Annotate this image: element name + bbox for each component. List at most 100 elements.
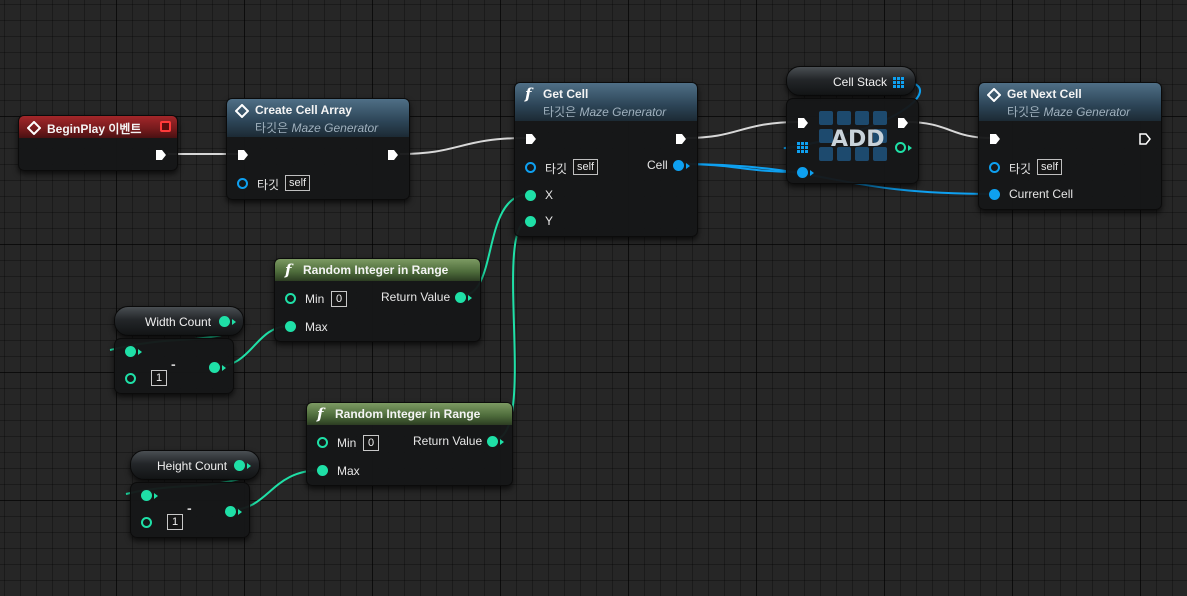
function-icon: f [317,405,324,423]
variable-output-pin[interactable] [219,316,230,327]
exec-out-pin[interactable] [897,117,909,129]
min-label: Min [305,292,325,306]
subtract-node-2[interactable]: 1 - [130,482,250,538]
node-subtitle: 타깃은 Maze Generator [543,103,689,120]
target-array-pin-icon[interactable] [797,142,808,153]
subtitle-prefix: 타깃은 [543,105,577,119]
get-next-cell-node[interactable]: Get Next Cell 타깃은 Maze Generator 타깃 self… [978,82,1162,210]
a-input-pin[interactable] [141,490,152,501]
exec-out-pin[interactable] [675,133,687,145]
result-output-pin[interactable] [209,362,220,373]
subtitle-target: Maze Generator [291,121,379,135]
exec-out-pin[interactable] [387,149,399,161]
max-input-pin[interactable] [285,321,296,332]
max-label: Max [305,320,328,334]
max-input-pin[interactable] [317,465,328,476]
subtitle-prefix: 타깃은 [1007,105,1041,119]
y-input-pin[interactable] [525,216,536,227]
index-output-pin[interactable] [895,142,906,153]
grid-cell [837,111,851,125]
get-cell-node[interactable]: f Get Cell 타깃은 Maze Generator 타깃 self Ce… [514,82,698,237]
result-output-pin[interactable] [225,506,236,517]
target-label: 타깃 [257,178,280,192]
current-cell-pin[interactable] [989,189,1000,200]
exec-in-pin[interactable] [797,117,809,129]
return-value-pin[interactable] [455,292,466,303]
variable-label: Width Count [145,315,212,329]
random-integer-in-range-node-1[interactable]: f Random Integer in Range Min 0 Return V… [274,258,481,342]
b-value-field[interactable]: 1 [151,370,167,386]
min-value-field[interactable]: 0 [331,291,347,307]
x-input-pin[interactable] [525,190,536,201]
node-header: Create Cell Array 타깃은 Maze Generator [227,99,409,137]
create-cell-array-node[interactable]: Create Cell Array 타깃은 Maze Generator 타깃 … [226,98,410,200]
node-header: BeginPlay 이벤트 [19,116,177,138]
new-item-pin[interactable] [797,167,808,178]
target-value-field[interactable]: self [573,159,599,175]
min-input-pin[interactable] [317,437,328,448]
cell-stack-variable-node[interactable]: Cell Stack [786,66,916,96]
add-label: ADD [831,127,885,152]
subtitle-target: Maze Generator [1043,105,1131,119]
a-input-pin[interactable] [125,346,136,357]
return-value-label: Return Value [381,290,451,304]
function-icon: f [285,261,292,279]
variable-output-pin[interactable] [234,460,245,471]
subtract-symbol: - [187,500,192,516]
node-header: f Get Cell 타깃은 Maze Generator [515,83,697,121]
new-item-arrow-icon [810,170,814,176]
b-input-pin[interactable] [141,517,152,528]
exec-in-pin[interactable] [525,133,537,145]
grid-cell [873,111,887,125]
array-add-node[interactable]: ADD [786,98,919,184]
array-output-pin-icon[interactable] [893,77,904,88]
width-count-variable-node[interactable]: Width Count [114,306,244,336]
return-arrow-icon [468,295,472,301]
return-value-pin[interactable] [487,436,498,447]
delegate-pin-icon[interactable] [160,121,171,132]
max-label: Max [337,464,360,478]
node-title: Random Integer in Range [335,407,481,421]
min-label: Min [337,436,357,450]
node-title: Create Cell Array [255,103,352,117]
variable-arrow-icon [247,463,251,469]
variable-label: Height Count [157,459,228,473]
node-subtitle: 타깃은 Maze Generator [1007,103,1153,120]
node-title: BeginPlay 이벤트 [47,122,142,136]
target-pin[interactable] [525,162,536,173]
target-pin[interactable] [237,178,248,189]
target-value-field[interactable]: self [1037,159,1063,175]
return-arrow-icon [500,439,504,445]
node-subtitle: 타깃은 Maze Generator [255,119,401,136]
variable-label: Cell Stack [833,75,888,89]
target-value-field[interactable]: self [285,175,311,191]
function-diamond-icon [987,88,1001,102]
target-label: 타깃 [545,162,568,176]
variable-arrow-icon [232,319,236,325]
cell-output-pin[interactable] [673,160,684,171]
y-label: Y [545,214,554,228]
beginplay-event-node[interactable]: BeginPlay 이벤트 [18,115,178,171]
min-value-field[interactable]: 0 [363,435,379,451]
exec-in-pin[interactable] [237,149,249,161]
target-pin[interactable] [989,162,1000,173]
node-header: f Random Integer in Range [307,403,512,425]
exec-out-pin[interactable] [1139,133,1151,145]
height-count-variable-node[interactable]: Height Count [130,450,260,480]
exec-wire-getcell-add [685,121,801,139]
cell-label: Cell [647,158,668,172]
node-title: Random Integer in Range [303,263,449,277]
random-integer-in-range-node-2[interactable]: f Random Integer in Range Min 0 Return V… [306,402,513,486]
result-arrow-icon [222,365,226,371]
b-value-field[interactable]: 1 [167,514,183,530]
b-input-pin[interactable] [125,373,136,384]
return-value-label: Return Value [413,434,483,448]
a-input-arrow-icon [138,349,142,355]
current-cell-label: Current Cell [1009,187,1074,201]
function-diamond-icon [235,104,249,118]
node-header: f Random Integer in Range [275,259,480,281]
min-input-pin[interactable] [285,293,296,304]
exec-in-pin[interactable] [989,133,1001,145]
exec-out-pin[interactable] [155,149,167,161]
subtract-node-1[interactable]: 1 - [114,338,234,394]
